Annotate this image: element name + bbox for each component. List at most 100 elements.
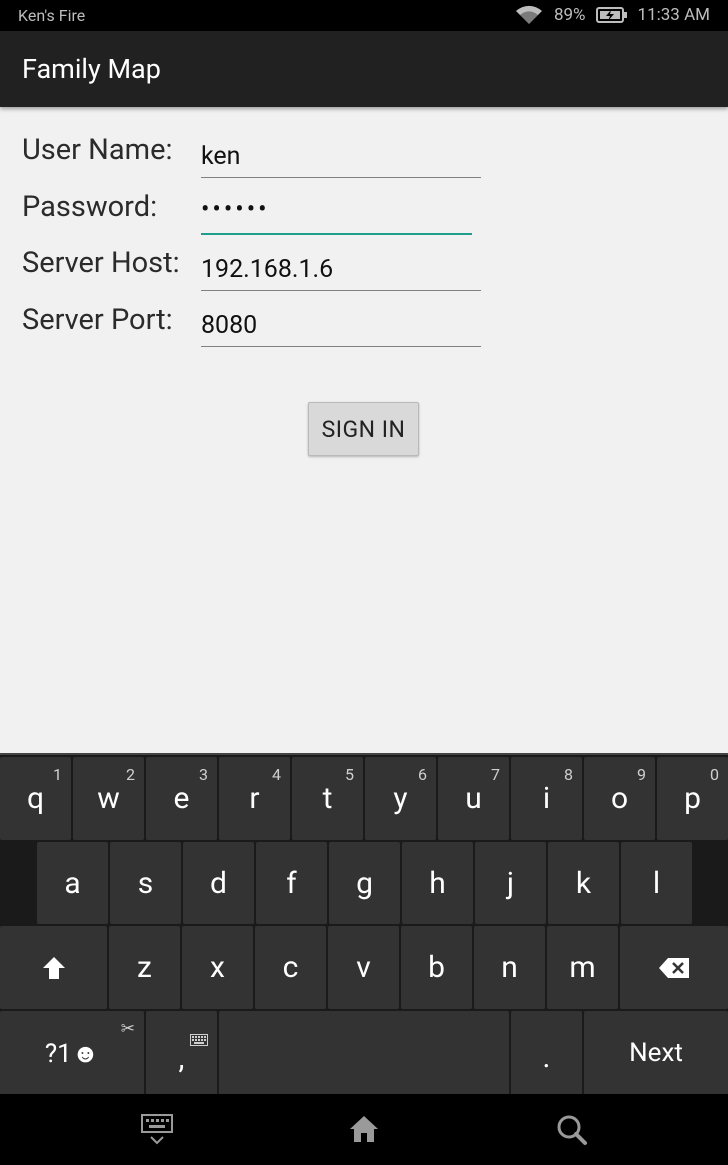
key-hint: 1 [53, 765, 62, 784]
key-hint: 5 [345, 765, 354, 784]
sign-in-button[interactable]: SIGN IN [308, 402, 419, 456]
period-key[interactable]: . [511, 1011, 582, 1095]
status-icons: 89% 11:33 AM [514, 5, 710, 25]
keyboard-hide-icon [141, 1114, 173, 1145]
key-label: v [356, 950, 371, 985]
key-hint: 4 [272, 765, 281, 784]
username-field[interactable]: ken [201, 138, 481, 178]
wifi-icon [514, 5, 544, 25]
battery-percent: 89% [553, 5, 586, 25]
key-j[interactable]: j [475, 842, 546, 924]
key-label: z [137, 950, 152, 985]
key-label: d [210, 865, 227, 901]
key-label: y [393, 781, 408, 816]
key-i[interactable]: i8 [511, 757, 582, 840]
key-f[interactable]: f [256, 842, 327, 924]
comma-key[interactable]: , [146, 1011, 217, 1095]
key-v[interactable]: v [328, 926, 399, 1009]
key-label: l [652, 865, 661, 901]
action-bar: Family Map [0, 31, 728, 107]
key-hint: 0 [710, 765, 719, 784]
scissors-icon: ✂ [120, 1019, 135, 1039]
backspace-icon [659, 957, 689, 978]
key-o[interactable]: o9 [584, 757, 655, 840]
key-label: g [356, 865, 373, 901]
key-p[interactable]: p0 [657, 757, 728, 840]
key-z[interactable]: z [109, 926, 180, 1009]
symbols-key-label: ?1☻ [44, 1038, 100, 1069]
key-label: e [173, 781, 190, 816]
key-hint: 8 [564, 765, 573, 784]
key-w[interactable]: w2 [73, 757, 144, 840]
hide-keyboard-button[interactable] [141, 1114, 173, 1150]
key-l[interactable]: l [621, 842, 692, 924]
key-hint: 6 [418, 765, 427, 784]
server-host-field[interactable]: 192.168.1.6 [201, 251, 481, 291]
key-g[interactable]: g [329, 842, 400, 924]
comma-key-label: , [178, 1040, 185, 1076]
battery-charging-icon [595, 6, 628, 24]
server-port-value: 8080 [201, 311, 258, 340]
key-label: h [429, 865, 446, 901]
key-b[interactable]: b [401, 926, 472, 1009]
status-bar: Ken's Fire 89% 11:33 AM [0, 0, 728, 31]
shift-key[interactable] [0, 926, 107, 1009]
key-label: j [506, 865, 515, 901]
key-y[interactable]: y6 [365, 757, 436, 840]
key-label: r [249, 781, 260, 816]
key-label: a [64, 865, 81, 901]
server-port-field[interactable]: 8080 [201, 307, 481, 347]
key-r[interactable]: r4 [219, 757, 290, 840]
navigation-bar [0, 1094, 728, 1165]
key-x[interactable]: x [182, 926, 253, 1009]
key-t[interactable]: t5 [292, 757, 363, 840]
password-value: •••••• [201, 195, 270, 224]
key-hint: 9 [637, 765, 646, 784]
key-label: k [575, 865, 592, 901]
key-label: f [286, 865, 297, 901]
password-label: Password: [22, 190, 158, 224]
symbols-key[interactable]: ?1☻ ✂ [0, 1011, 144, 1095]
username-label: User Name: [22, 133, 173, 167]
next-key-label: Next [629, 1038, 683, 1068]
server-host-value: 192.168.1.6 [201, 255, 334, 284]
key-hint: 3 [199, 765, 208, 784]
space-key[interactable] [219, 1011, 509, 1095]
key-label: o [610, 781, 629, 816]
home-button[interactable] [348, 1114, 380, 1148]
key-label: c [282, 950, 299, 985]
keyboard-settings-icon [190, 1019, 208, 1054]
server-host-label: Server Host: [22, 246, 180, 280]
key-q[interactable]: q1 [0, 757, 71, 840]
key-hint: 2 [126, 765, 135, 784]
key-label: n [501, 950, 518, 985]
search-button[interactable] [556, 1114, 588, 1150]
soft-keyboard: ?1☻ ✂ , . Next q1w2e3r4t5y6u7i8o9p0asdfg… [0, 753, 728, 1095]
key-label: w [97, 781, 120, 816]
key-label: p [684, 781, 701, 816]
clock: 11:33 AM [637, 5, 710, 25]
key-k[interactable]: k [548, 842, 619, 924]
key-label: b [428, 950, 445, 985]
key-h[interactable]: h [402, 842, 473, 924]
key-u[interactable]: u7 [438, 757, 509, 840]
key-s[interactable]: s [110, 842, 181, 924]
device-name: Ken's Fire [18, 6, 86, 25]
key-d[interactable]: d [183, 842, 254, 924]
password-field[interactable]: •••••• [201, 195, 472, 235]
key-n[interactable]: n [474, 926, 545, 1009]
key-m[interactable]: m [547, 926, 618, 1009]
app-title: Family Map [22, 53, 161, 85]
key-e[interactable]: e3 [146, 757, 217, 840]
key-a[interactable]: a [37, 842, 108, 924]
server-port-label: Server Port: [22, 303, 173, 337]
period-key-label: . [542, 1039, 551, 1075]
backspace-key[interactable] [620, 926, 728, 1009]
home-icon [350, 1116, 378, 1142]
key-label: s [137, 865, 154, 901]
username-value: ken [201, 142, 241, 171]
key-c[interactable]: c [255, 926, 326, 1009]
next-key[interactable]: Next [584, 1011, 728, 1095]
key-label: u [465, 781, 482, 816]
shift-arrow-icon [42, 956, 65, 979]
